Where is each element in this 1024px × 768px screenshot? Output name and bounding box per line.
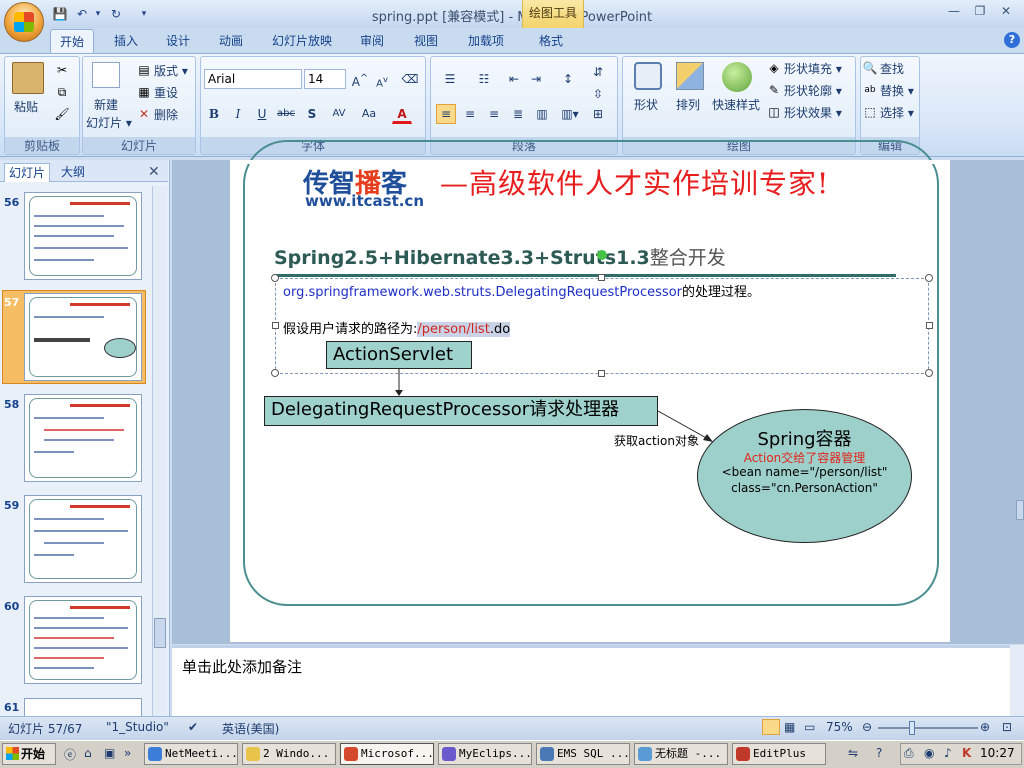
taskbar-item[interactable]: NetMeeti... — [144, 743, 238, 765]
slide-sorter-icon[interactable]: ▦ — [784, 720, 795, 734]
office-logo-icon — [14, 12, 34, 32]
powerpoint-icon — [344, 747, 358, 761]
taskbar-item-active[interactable]: Microsof... — [340, 743, 434, 765]
zoom-slider[interactable] — [878, 727, 978, 729]
taskbar-item[interactable]: EditPlus — [732, 743, 826, 765]
slide-counter: 幻灯片 57/67 — [8, 722, 83, 736]
zoom-level[interactable]: 75% — [826, 720, 853, 734]
sql-icon — [540, 747, 554, 761]
tray-help-icon[interactable]: ? — [876, 746, 882, 760]
notes-placeholder[interactable]: 单击此处添加备注 — [182, 656, 302, 677]
language-indicator[interactable]: 英语(美国) — [222, 720, 279, 737]
ellipse-bean-line1: <bean name="/person/list" — [721, 465, 888, 479]
arrow-down-head — [395, 390, 403, 396]
tray-k-icon[interactable]: K — [962, 746, 971, 760]
tray-network-icon[interactable]: ⇋ — [848, 746, 858, 760]
tray-volume-icon[interactable]: ♪ — [944, 746, 952, 760]
eclipse-icon — [442, 747, 456, 761]
taskbar-item[interactable]: EMS SQL ... — [536, 743, 630, 765]
taskbar-item[interactable]: 无标题 -... — [634, 743, 728, 765]
zoom-out-icon[interactable]: ⊖ — [862, 720, 872, 734]
windows-logo-icon — [6, 747, 19, 760]
editplus-icon — [736, 747, 750, 761]
office-button[interactable] — [4, 2, 44, 42]
zoom-in-icon[interactable]: ⊕ — [980, 720, 990, 734]
explorer-quicklaunch-icon[interactable]: ⌂ — [84, 746, 92, 760]
slide-scroll-thumb[interactable] — [1016, 500, 1024, 520]
notes-scrollbar[interactable] — [1010, 645, 1024, 716]
slideshow-view-icon[interactable]: ▭ — [804, 720, 815, 734]
ellipse-title: Spring容器 — [757, 429, 852, 450]
fit-to-window-icon[interactable]: ⊡ — [1002, 720, 1012, 734]
tray-printer-icon[interactable]: ⎙ — [904, 746, 914, 761]
arrow-label: 获取action对象 — [614, 434, 699, 448]
theme-name: "1_Studio" — [106, 720, 169, 734]
ie-quicklaunch-icon[interactable]: ⓔ — [64, 746, 76, 763]
zoom-slider-thumb[interactable] — [909, 721, 915, 735]
taskbar-item[interactable]: MyEclips... — [438, 743, 532, 765]
show-desktop-icon[interactable]: ▣ — [104, 746, 115, 760]
quicklaunch-expand-icon[interactable]: » — [124, 746, 131, 760]
start-button[interactable]: 开始 — [2, 743, 56, 765]
normal-view-icon[interactable] — [762, 719, 780, 735]
taskbar-item[interactable]: 2 Windo... — [242, 743, 336, 765]
folder-icon — [246, 747, 260, 761]
clock[interactable]: 10:27 — [980, 746, 1015, 760]
ellipse-bean-line2: class="cn.PersonAction" — [731, 481, 878, 495]
app-icon — [148, 747, 162, 761]
notepad-icon — [638, 747, 652, 761]
tray-app-icon[interactable]: ◉ — [924, 746, 934, 760]
spellcheck-icon[interactable]: ✔ — [188, 720, 198, 734]
ellipse-note: Action交给了容器管理 — [743, 451, 866, 465]
